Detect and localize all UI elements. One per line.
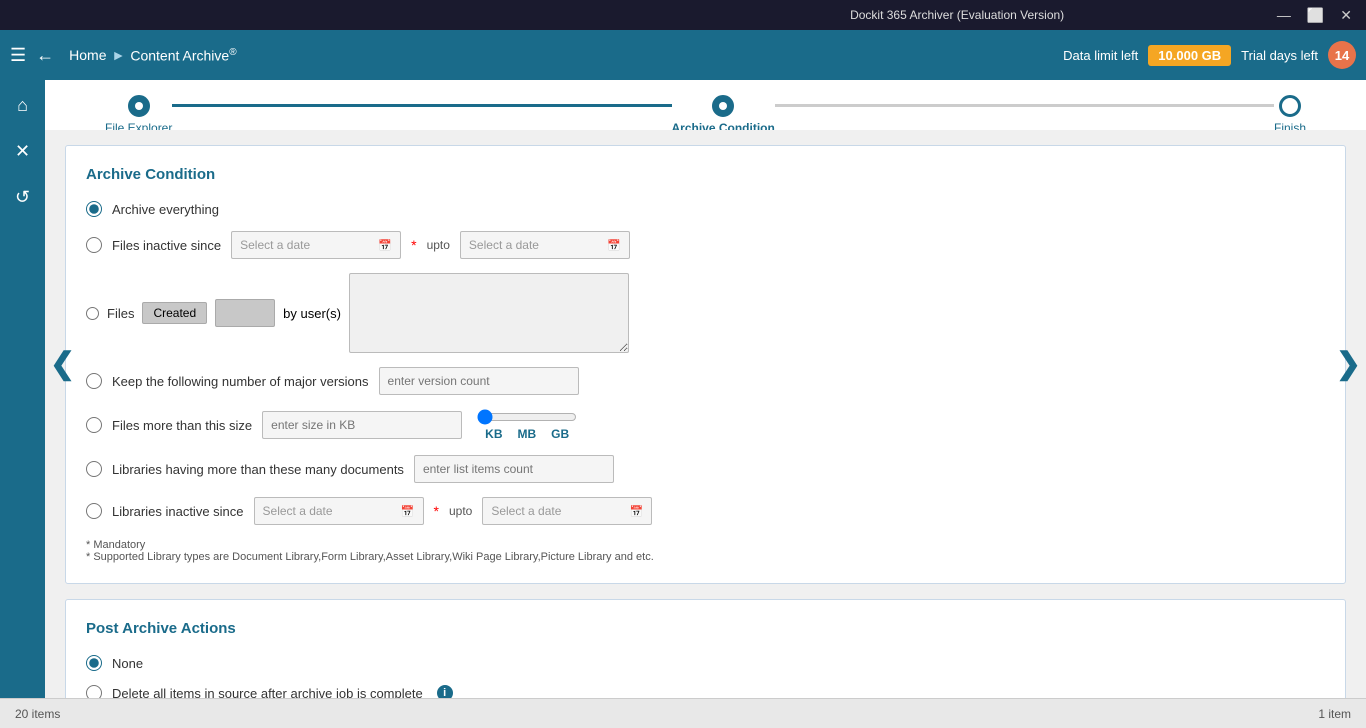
status-right: 1 item [1318,707,1351,721]
libraries-docs-label: Libraries having more than these many do… [112,462,404,477]
post-none-label: None [112,656,143,671]
wizard-step-finish: Finish [1274,95,1306,135]
files-inactive-date-to[interactable]: Select a date 📅 [460,231,630,259]
size-unit-group: KB MB GB [477,409,577,441]
post-archive-panel: Post Archive Actions None Delete all ite… [65,599,1346,698]
libraries-inactive-row: Libraries inactive since Select a date 📅… [86,497,1325,525]
size-input[interactable] [262,411,462,439]
upto-label-2: upto [449,504,472,518]
files-inactive-row: Files inactive since Select a date 📅 * u… [86,231,1325,259]
major-versions-radio[interactable] [86,373,102,389]
trial-label: Trial days left [1241,48,1318,63]
wizard-line-1 [172,104,671,107]
archive-everything-label: Archive everything [112,202,219,217]
home-link[interactable]: Home [69,47,106,63]
mandatory-star-2: * [434,503,439,519]
upto-label-1: upto [427,238,450,252]
back-button[interactable]: ← [36,45,54,66]
status-bar: 20 items 1 item [0,698,1366,728]
post-none-row: None [86,655,1325,671]
title-bar: Dockit 365 Archiver (Evaluation Version)… [0,0,1366,30]
archive-condition-panel: Archive Condition Archive everything Fil… [65,145,1346,584]
close-button[interactable]: ✕ [1336,7,1356,24]
libraries-docs-radio[interactable] [86,461,102,477]
wizard-step-circle-1 [128,95,150,117]
files-created-label: Files [107,306,134,321]
breadcrumb: Home ► Content Archive® [69,47,236,64]
delete-info-icon[interactable]: i [437,685,453,698]
libraries-inactive-label: Libraries inactive since [112,504,244,519]
breadcrumb-arrow: ► [112,47,126,63]
version-count-input[interactable] [379,367,579,395]
files-inactive-radio[interactable] [86,237,102,253]
hamburger-icon[interactable]: ☰ [10,45,26,66]
trial-value: 14 [1328,41,1356,69]
wizard-step-circle-2 [712,95,734,117]
libraries-inactive-date-to[interactable]: Select a date 📅 [482,497,652,525]
nav-arrow-left[interactable]: ❮ [50,347,75,382]
wizard-step-archive-condition: Archive Condition [672,95,775,135]
archive-everything-radio[interactable] [86,201,102,217]
files-created-radio[interactable] [86,307,99,320]
wizard-step-file-explorer: File Explorer [105,95,172,135]
restore-button[interactable]: ⬜ [1303,7,1328,24]
files-size-row: Files more than this size KB MB GB [86,409,1325,441]
nav-right: Data limit left 10.000 GB Trial days lef… [1063,41,1356,69]
calendar-icon-1: 📅 [378,239,392,252]
wizard-line-2 [775,104,1274,107]
calendar-icon-3: 📅 [401,505,415,518]
major-versions-label: Keep the following number of major versi… [112,374,369,389]
post-delete-radio[interactable] [86,685,102,698]
data-limit-label: Data limit left [1063,48,1138,63]
history-sidebar-icon[interactable]: ↺ [10,182,35,213]
by-users-label: by user(s) [283,306,341,321]
major-versions-row: Keep the following number of major versi… [86,367,1325,395]
current-page-label: Content Archive® [130,47,236,64]
archive-everything-row: Archive everything [86,201,1325,217]
post-none-radio[interactable] [86,655,102,671]
nav-bar: ☰ ← Home ► Content Archive® Data limit l… [0,30,1366,80]
sidebar: ⌂ ✕ ↺ [0,80,45,698]
files-inactive-date-from[interactable]: Select a date 📅 [231,231,401,259]
wizard-step-circle-3 [1279,95,1301,117]
title-bar-controls: — ⬜ ✕ [1273,7,1356,24]
size-units: KB MB GB [485,427,569,441]
status-left: 20 items [15,707,60,721]
tools-sidebar-icon[interactable]: ✕ [10,136,35,167]
mandatory-star-1: * [411,237,416,253]
users-textarea[interactable] [349,273,629,353]
kb-unit[interactable]: KB [485,427,502,441]
size-slider[interactable] [477,409,577,425]
user-dropdown[interactable] [215,299,275,327]
size-input-group: KB MB GB [262,409,577,441]
libraries-inactive-radio[interactable] [86,503,102,519]
files-size-label: Files more than this size [112,418,252,433]
post-delete-row: Delete all items in source after archive… [86,685,1325,698]
libraries-docs-row: Libraries having more than these many do… [86,455,1325,483]
files-inactive-label: Files inactive since [112,238,221,253]
nav-arrow-right[interactable]: ❯ [1336,347,1361,382]
post-archive-title: Post Archive Actions [86,620,1325,637]
list-items-input[interactable] [414,455,614,483]
files-created-row: Files Created by user(s) [86,273,1325,353]
home-sidebar-icon[interactable]: ⌂ [12,90,33,121]
calendar-icon-4: 📅 [630,505,644,518]
calendar-icon-2: 📅 [607,239,621,252]
main-content: Archive Condition Archive everything Fil… [45,130,1366,698]
title-bar-title: Dockit 365 Archiver (Evaluation Version) [641,8,1272,22]
mb-unit[interactable]: MB [518,427,537,441]
mandatory-note: * Mandatory * Supported Library types ar… [86,539,1325,563]
files-size-radio[interactable] [86,417,102,433]
post-delete-label: Delete all items in source after archive… [112,686,423,699]
created-button[interactable]: Created [142,302,207,324]
minimize-button[interactable]: — [1273,7,1295,24]
gb-unit[interactable]: GB [551,427,569,441]
data-limit-value: 10.000 GB [1148,45,1231,66]
libraries-inactive-date-from[interactable]: Select a date 📅 [254,497,424,525]
archive-condition-title: Archive Condition [86,166,1325,183]
